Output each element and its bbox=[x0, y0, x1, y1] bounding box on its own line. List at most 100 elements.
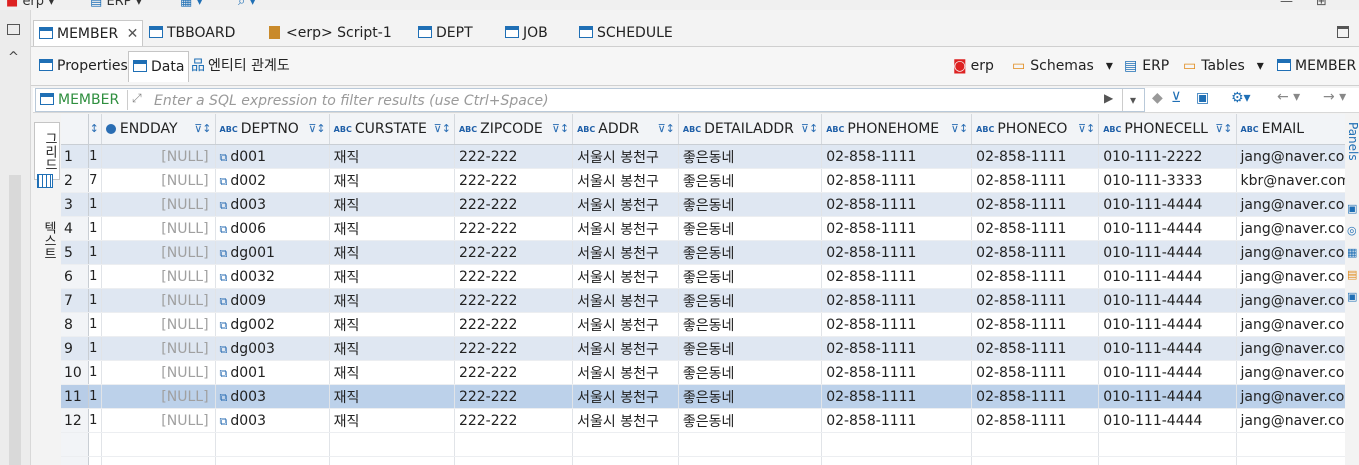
cell-email[interactable]: jang@naver.com bbox=[1236, 360, 1359, 385]
prev-column-cell[interactable]: 1 bbox=[88, 408, 102, 433]
cell-phoneco[interactable]: 02-858-1111 bbox=[971, 192, 1100, 217]
prev-column-cell[interactable]: 1 bbox=[88, 144, 102, 169]
prev-column-cell[interactable]: 1 bbox=[88, 312, 102, 337]
nav-back-icon[interactable]: ← ▾ bbox=[1277, 89, 1300, 105]
cell-email[interactable]: jang@naver.com bbox=[1236, 144, 1359, 169]
cell-phonecell[interactable]: 010-111-4444 bbox=[1098, 216, 1237, 241]
column-header-zipcode[interactable]: ABC ZIPCODE ⊽↕ bbox=[454, 114, 574, 145]
row-number[interactable]: 1 bbox=[61, 144, 90, 169]
cell-phoneco[interactable]: 02-858-1111 bbox=[971, 288, 1100, 313]
cell-phonehome[interactable]: 02-858-1111 bbox=[821, 288, 973, 313]
table-row[interactable]: 12 1 [NULL] ⧉ d003 재직 222-222 서울시 봉천구 좋은동네 02-858… bbox=[61, 408, 1359, 433]
column-header-email[interactable]: ABC EMAIL bbox=[1236, 114, 1359, 145]
tab-properties[interactable]: Properties bbox=[35, 51, 132, 81]
cell-curstate[interactable]: 재직 bbox=[329, 336, 455, 361]
link-icon[interactable]: ⧉ bbox=[220, 343, 228, 356]
connection-selector[interactable]: ■ erp ▾ bbox=[6, 0, 55, 9]
cell-endday[interactable]: [NULL] bbox=[101, 240, 216, 265]
cell-zipcode[interactable]: 222-222 bbox=[454, 288, 574, 313]
prev-column-cell[interactable]: 1 bbox=[88, 360, 102, 385]
column-header-phonehome[interactable]: ABC PHONEHOME ⊽↕ bbox=[821, 114, 973, 145]
cell-addr[interactable]: 서울시 봉천구 bbox=[572, 144, 679, 169]
cell-deptno[interactable]: ⧉ d003 bbox=[215, 408, 330, 433]
cell-addr[interactable]: 서울시 봉천구 bbox=[572, 168, 679, 193]
sort-filter-icon[interactable]: ⊽↕ bbox=[552, 122, 569, 135]
tab-dept[interactable]: DEPT bbox=[418, 20, 473, 46]
row-number[interactable]: 6 bbox=[61, 264, 90, 289]
prev-column-cell[interactable]: 1 bbox=[88, 264, 102, 289]
breadcrumb-db[interactable]: ▤ ERP bbox=[1124, 51, 1169, 81]
cell-deptno[interactable]: ⧉ dg003 bbox=[215, 336, 330, 361]
cell-zipcode[interactable]: 222-222 bbox=[454, 192, 574, 217]
table-row[interactable]: 11 1 [NULL] ⧉ d003 재직 222-222 서울시 봉천구 좋은동네 02-858… bbox=[61, 384, 1359, 409]
cell-deptno[interactable]: ⧉ dg001 bbox=[215, 240, 330, 265]
cell-curstate[interactable]: 재직 bbox=[329, 408, 455, 433]
transaction-icon[interactable]: ▦ ▾ bbox=[180, 0, 203, 9]
filter-icon[interactable]: ⊻ bbox=[1171, 90, 1181, 106]
cell-addr[interactable]: 서울시 봉천구 bbox=[572, 192, 679, 217]
row-number[interactable]: 4 bbox=[61, 216, 90, 241]
cell-detailaddr[interactable]: 좋은동네 bbox=[678, 240, 823, 265]
tab-text-view[interactable]: 텍스트 bbox=[34, 210, 58, 270]
column-header-endday[interactable]: ENDDAY ⊽↕ bbox=[101, 114, 216, 145]
cell-addr[interactable]: 서울시 봉천구 bbox=[572, 384, 679, 409]
table-row[interactable]: 5 1 [NULL] ⧉ dg001 재직 222-222 서울시 봉천구 좋은동네 02-858… bbox=[61, 240, 1359, 265]
cell-email[interactable]: jang@naver.com bbox=[1236, 240, 1359, 265]
sort-filter-icon[interactable]: ⊽↕ bbox=[951, 122, 968, 135]
column-header-curstate[interactable]: ABC CURSTATE ⊽↕ bbox=[329, 114, 455, 145]
cell-curstate[interactable]: 재직 bbox=[329, 264, 455, 289]
table-row[interactable]: 6 1 [NULL] ⧉ d0032 재직 222-222 서울시 봉천구 좋은동네 02-858… bbox=[61, 264, 1359, 289]
cell-curstate[interactable]: 재직 bbox=[329, 288, 455, 313]
row-number[interactable]: 8 bbox=[61, 312, 90, 337]
cell-phoneco[interactable]: 02-858-1111 bbox=[971, 216, 1100, 241]
cell-addr[interactable]: 서울시 봉천구 bbox=[572, 288, 679, 313]
panels-toggle[interactable]: Panels bbox=[1346, 122, 1359, 161]
close-icon[interactable]: ✕ bbox=[127, 26, 139, 42]
cell-endday[interactable]: [NULL] bbox=[101, 312, 216, 337]
link-icon[interactable]: ⧉ bbox=[220, 367, 228, 380]
cell-endday[interactable]: [NULL] bbox=[101, 216, 216, 241]
tab-er-diagram[interactable]: 品 엔티티 관계도 bbox=[187, 51, 294, 81]
filter-input-box[interactable]: MEMBER ⤢ Enter a SQL expression to filte… bbox=[35, 88, 1145, 112]
sort-filter-icon[interactable]: ⊽↕ bbox=[1215, 122, 1232, 135]
tab-schedule[interactable]: SCHEDULE bbox=[579, 20, 673, 46]
grouping-panel-icon[interactable]: ▦ bbox=[1347, 246, 1357, 259]
cell-phonehome[interactable]: 02-858-1111 bbox=[821, 144, 973, 169]
cell-phonehome[interactable]: 02-858-1111 bbox=[821, 216, 973, 241]
column-header-phoneco[interactable]: ABC PHONECO ⊽↕ bbox=[971, 114, 1100, 145]
cell-detailaddr[interactable]: 좋은동네 bbox=[678, 216, 823, 241]
expand-icon[interactable]: ⤢ bbox=[132, 91, 142, 106]
link-icon[interactable]: ⧉ bbox=[220, 271, 228, 284]
prev-column-cell[interactable]: 1 bbox=[88, 216, 102, 241]
row-number[interactable]: 11 bbox=[61, 384, 90, 409]
row-number[interactable]: 12 bbox=[61, 408, 90, 433]
cell-endday[interactable]: [NULL] bbox=[101, 384, 216, 409]
prev-column-cell[interactable]: 1 bbox=[88, 192, 102, 217]
cell-detailaddr[interactable]: 좋은동네 bbox=[678, 144, 823, 169]
cell-deptno[interactable]: ⧉ d006 bbox=[215, 216, 330, 241]
cell-phonehome[interactable]: 02-858-1111 bbox=[821, 264, 973, 289]
row-number[interactable]: 7 bbox=[61, 288, 90, 313]
cell-deptno[interactable]: ⧉ d0032 bbox=[215, 264, 330, 289]
link-icon[interactable]: ⧉ bbox=[220, 295, 228, 308]
cell-detailaddr[interactable]: 좋은동네 bbox=[678, 168, 823, 193]
cell-curstate[interactable]: 재직 bbox=[329, 192, 455, 217]
cell-zipcode[interactable]: 222-222 bbox=[454, 384, 574, 409]
tab-script-1[interactable]: <erp> Script-1 bbox=[269, 20, 392, 46]
cell-zipcode[interactable]: 222-222 bbox=[454, 264, 574, 289]
value-panel-icon[interactable]: ▣ bbox=[1347, 202, 1357, 215]
cell-phonecell[interactable]: 010-111-4444 bbox=[1098, 336, 1237, 361]
breadcrumb-schemas[interactable]: ▭ Schemas ▾ bbox=[1012, 51, 1113, 81]
cell-addr[interactable]: 서울시 봉천구 bbox=[572, 216, 679, 241]
link-icon[interactable]: ⧉ bbox=[220, 415, 228, 428]
cell-email[interactable]: jang@naver.com bbox=[1236, 192, 1359, 217]
column-header-phonecell[interactable]: ABC PHONECELL ⊽↕ bbox=[1098, 114, 1237, 145]
cell-phoneco[interactable]: 02-858-1111 bbox=[971, 264, 1100, 289]
cell-zipcode[interactable]: 222-222 bbox=[454, 336, 574, 361]
options-icon[interactable]: ⚙▾ bbox=[1231, 90, 1251, 106]
cell-phonecell[interactable]: 010-111-4444 bbox=[1098, 360, 1237, 385]
link-icon[interactable]: ⧉ bbox=[220, 391, 228, 404]
scrollbar-thumb[interactable] bbox=[9, 175, 21, 465]
filter-settings-icon[interactable]: ▣ bbox=[1196, 90, 1209, 106]
cell-email[interactable]: jang@naver.com bbox=[1236, 216, 1359, 241]
